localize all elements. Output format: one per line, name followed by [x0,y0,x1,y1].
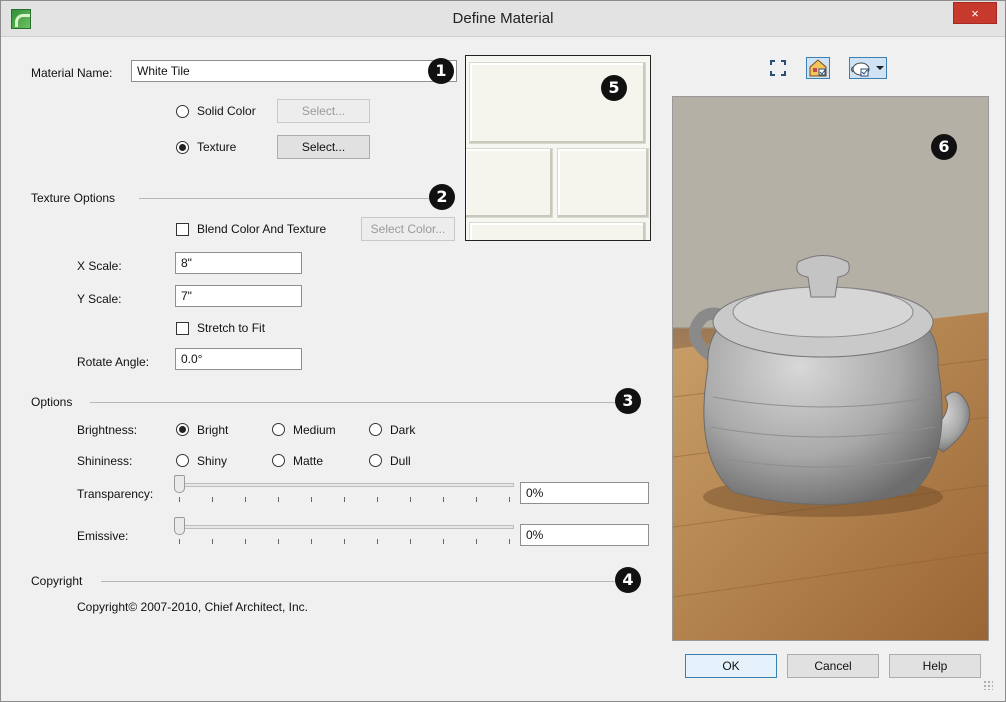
emissive-slider-track [174,525,514,529]
material-name-label: Material Name: [31,66,113,80]
brightness-dark-radio[interactable] [369,423,382,436]
copyright-text: Copyright© 2007-2010, Chief Architect, I… [77,600,308,614]
house-materials-icon[interactable] [806,57,830,79]
emissive-slider[interactable] [174,517,514,547]
y-scale-label: Y Scale: [77,292,122,306]
cancel-button[interactable]: Cancel [787,654,879,678]
brightness-bright-label: Bright [197,423,229,437]
callout-marker-3: 3 [615,388,641,414]
transparency-label: Transparency: [77,487,154,501]
slider-tick [212,497,213,502]
emissive-label: Emissive: [77,529,129,543]
window-title: Define Material [452,10,554,27]
brightness-bright-radio[interactable] [176,423,189,436]
callout-marker-4: 4 [615,567,641,593]
texture-select-button[interactable]: Select... [277,135,370,159]
transparency-slider-thumb[interactable] [174,475,185,493]
slider-tick [509,497,510,502]
slider-tick [443,497,444,502]
title-bar: Define Material × [1,1,1005,37]
callout-marker-2: 2 [429,184,455,210]
transparency-slider-track [174,483,514,487]
brightness-medium-radio[interactable] [272,423,285,436]
transparency-slider[interactable] [174,475,514,505]
texture-radio[interactable] [176,141,189,154]
help-button[interactable]: Help [889,654,981,678]
slider-tick [476,497,477,502]
shininess-dull-radio[interactable] [369,454,382,467]
slider-tick [410,497,411,502]
stretch-to-fit-label: Stretch to Fit [197,321,266,335]
fit-to-window-icon[interactable] [766,57,790,79]
brightness-dark-label: Dark [390,423,416,437]
slider-tick [278,497,279,502]
options-heading: Options [31,395,73,409]
copyright-heading: Copyright [31,574,83,588]
shininess-matte-label: Matte [293,454,324,468]
callout-marker-1: 1 [428,58,454,84]
swatch-tile [469,62,646,144]
slider-tick [311,539,312,544]
transparency-value-input[interactable]: 0% [520,482,649,504]
emissive-value-input[interactable]: 0% [520,524,649,546]
texture-options-heading: Texture Options [31,191,116,205]
swatch-tile [466,148,553,218]
slider-tick [311,497,312,502]
stretch-to-fit-checkbox[interactable] [176,322,189,335]
slider-tick [179,539,180,544]
teapot-preview-icon[interactable] [849,57,887,79]
slider-tick [245,497,246,502]
slider-tick [443,539,444,544]
slider-tick [245,539,246,544]
y-scale-input[interactable]: 7" [175,285,302,307]
ok-button[interactable]: OK [685,654,777,678]
slider-tick [509,539,510,544]
texture-options-separator [139,198,429,199]
callout-marker-6: 6 [931,134,957,160]
material-preview-3d[interactable] [672,96,989,641]
solid-color-radio[interactable] [176,105,189,118]
shininess-matte-radio[interactable] [272,454,285,467]
slider-tick [212,539,213,544]
material-name-input[interactable]: White Tile [131,60,457,82]
texture-label: Texture [197,140,237,154]
x-scale-input[interactable]: 8" [175,252,302,274]
brightness-medium-label: Medium [293,423,336,437]
resize-grip[interactable] [983,680,993,690]
close-button[interactable]: × [953,2,997,24]
swatch-tile [557,148,649,218]
slider-tick [377,497,378,502]
brightness-label: Brightness: [77,423,138,437]
copyright-separator [101,581,615,582]
shininess-shiny-label: Shiny [197,454,228,468]
x-scale-label: X Scale: [77,259,122,273]
slider-tick [476,539,477,544]
solid-color-select-button[interactable]: Select... [277,99,370,123]
shininess-label: Shininess: [77,454,133,468]
options-separator [90,402,616,403]
blend-color-label: Blend Color And Texture [197,222,327,236]
slider-tick [179,497,180,502]
rotate-angle-label: Rotate Angle: [77,355,150,369]
define-material-window: Define Material × Material Name: White T… [0,0,1006,702]
shininess-shiny-radio[interactable] [176,454,189,467]
slider-tick [377,539,378,544]
callout-marker-5: 5 [601,75,627,101]
shininess-dull-label: Dull [390,454,411,468]
swatch-tile [469,222,646,240]
slider-tick [410,539,411,544]
slider-tick [278,539,279,544]
solid-color-label: Solid Color [197,104,256,118]
dialog-body: Material Name: White Tile 1 Solid Color … [9,38,997,694]
emissive-slider-thumb[interactable] [174,517,185,535]
slider-tick [344,497,345,502]
select-color-button[interactable]: Select Color... [361,217,455,241]
rotate-angle-input[interactable]: 0.0° [175,348,302,370]
slider-tick [344,539,345,544]
blend-color-checkbox[interactable] [176,223,189,236]
